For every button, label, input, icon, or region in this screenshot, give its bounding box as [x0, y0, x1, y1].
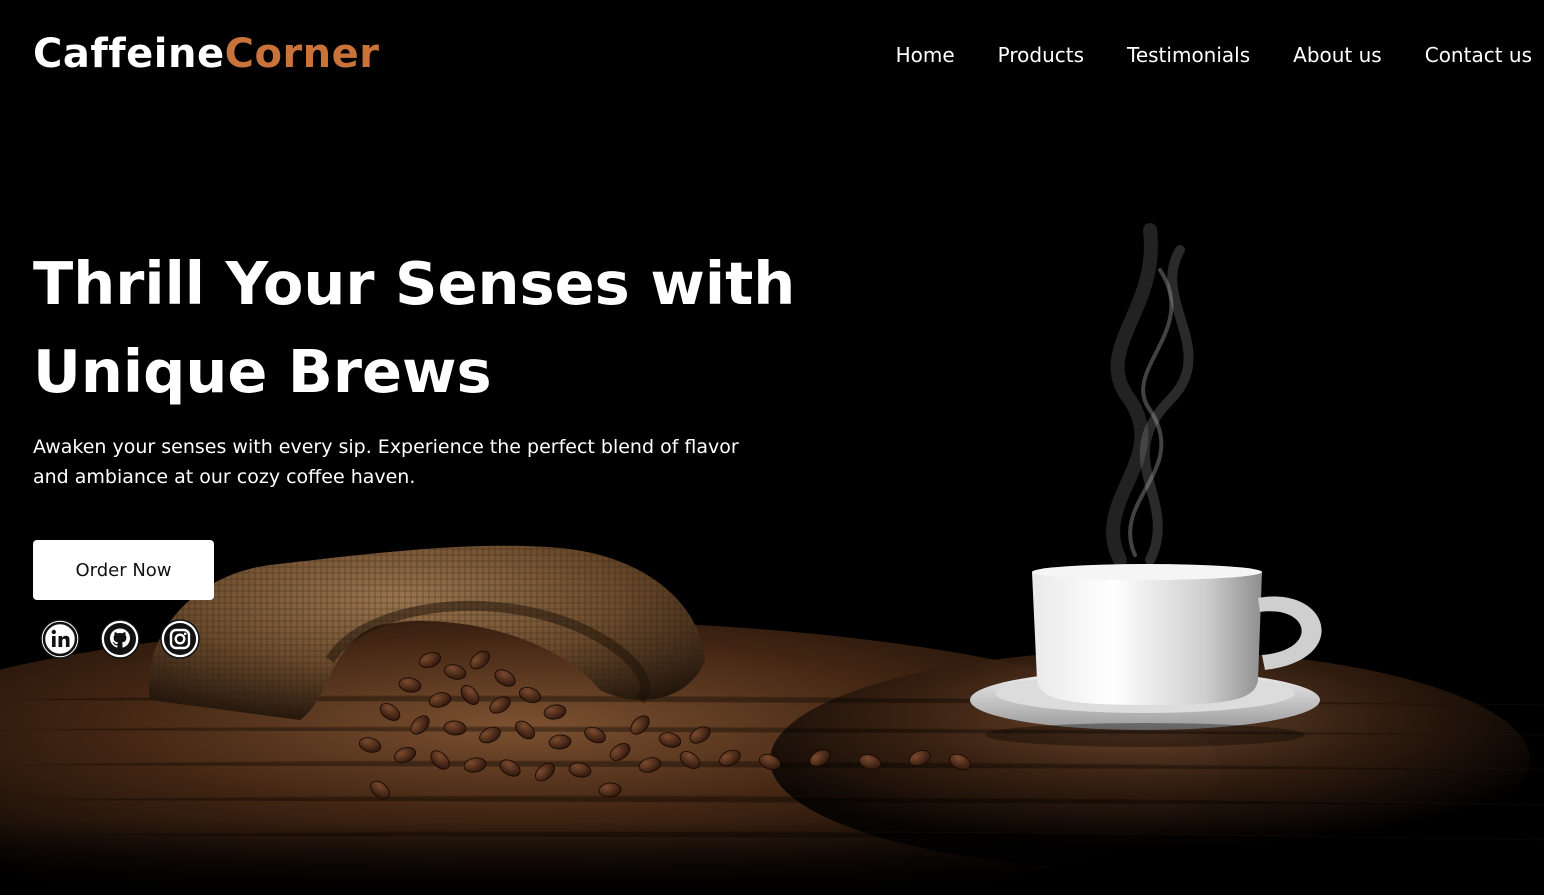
linkedin-icon[interactable] — [39, 618, 81, 660]
main-nav: Home Products Testimonials About us Cont… — [853, 42, 1532, 68]
nav-item-products[interactable]: Products — [998, 42, 1084, 68]
landing-page: CaffeineCorner Home Products Testimonial… — [0, 0, 1544, 895]
brand-name-part2: Corner — [224, 31, 380, 77]
nav-item-contact-us[interactable]: Contact us — [1425, 42, 1532, 68]
nav-item-about-us[interactable]: About us — [1293, 42, 1382, 68]
github-icon[interactable] — [99, 618, 141, 660]
brand-name-part1: Caffeine — [33, 31, 225, 77]
brand-logo[interactable]: CaffeineCorner — [33, 30, 380, 78]
nav-item-home[interactable]: Home — [896, 42, 955, 68]
nav-item-testimonials[interactable]: Testimonials — [1127, 42, 1250, 68]
order-now-button[interactable]: Order Now — [33, 540, 214, 600]
hero-subtitle: Awaken your senses with every sip. Exper… — [33, 436, 739, 488]
instagram-icon[interactable] — [159, 618, 201, 660]
hero-title: Thrill Your Senses with Unique Brews — [33, 249, 796, 406]
social-links — [39, 618, 201, 660]
